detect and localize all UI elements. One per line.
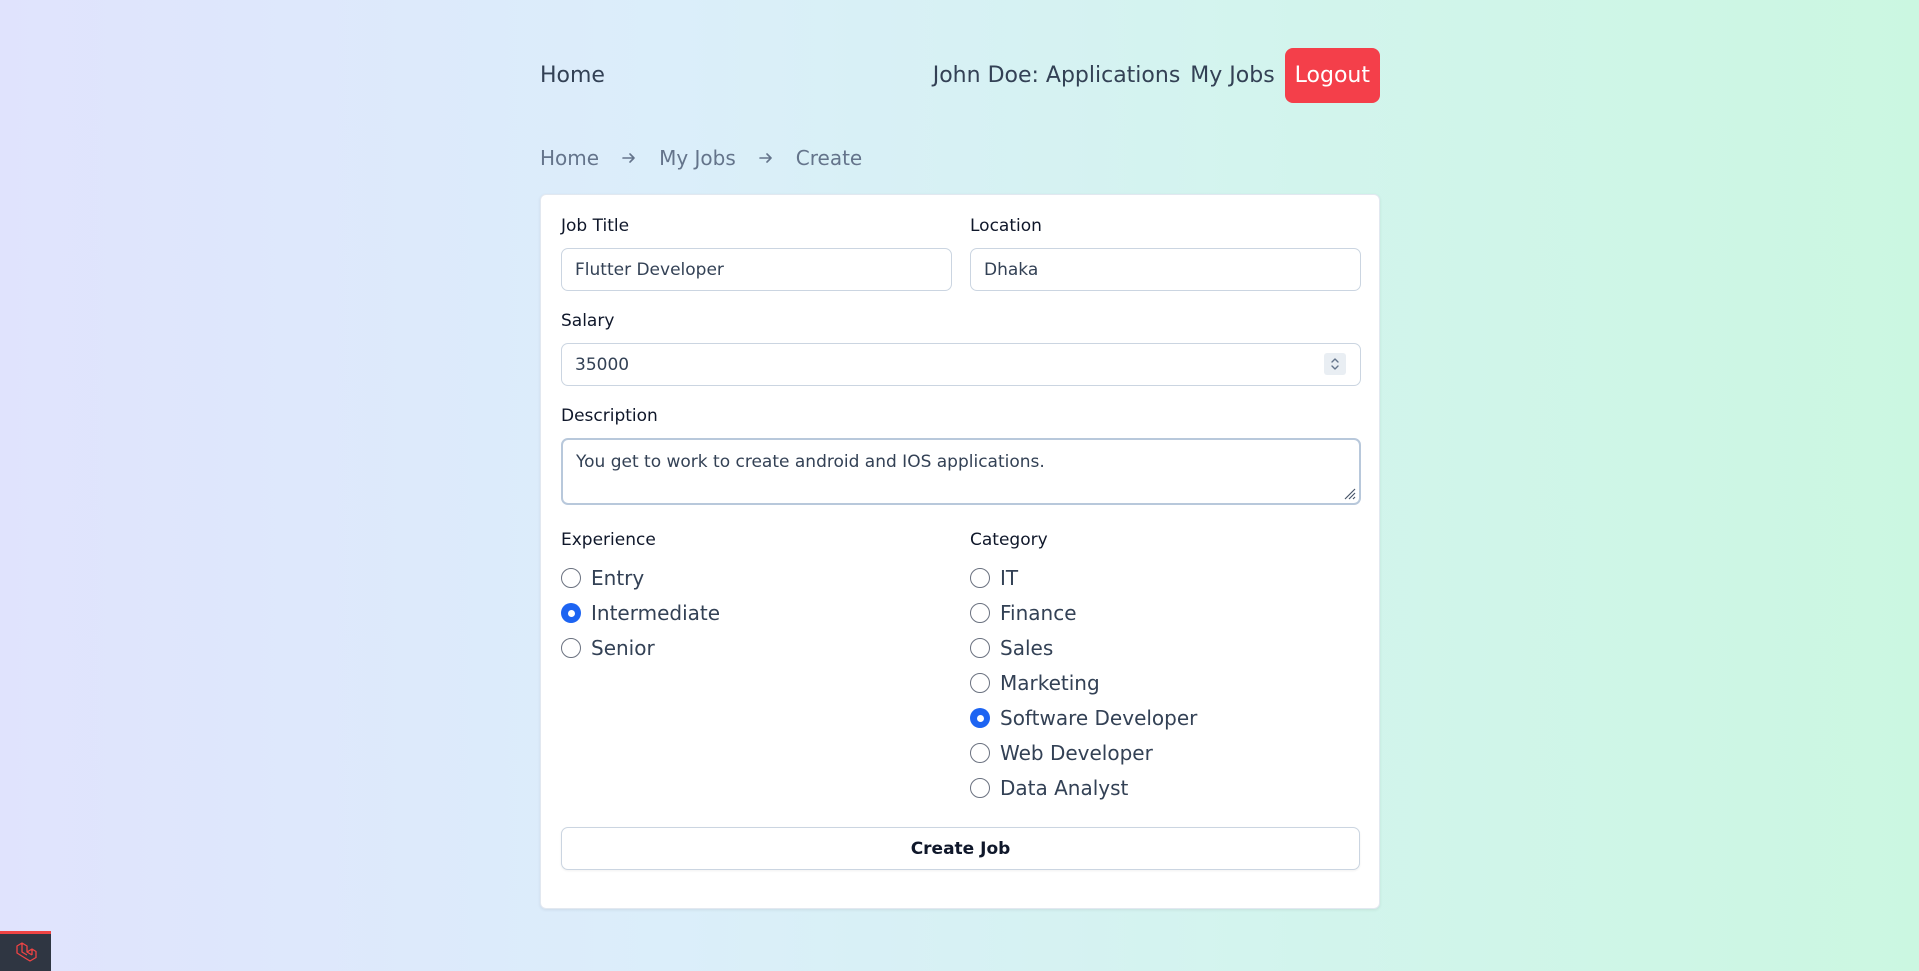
radio-circle-icon[interactable] xyxy=(561,638,581,658)
top-nav: Home John Doe: Applications My Jobs Logo… xyxy=(540,48,1380,104)
nav-my-jobs-link[interactable]: My Jobs xyxy=(1190,63,1274,88)
arrow-right-icon xyxy=(758,150,774,166)
description-label: Description xyxy=(561,406,658,426)
salary-label: Salary xyxy=(561,311,615,331)
category-option-label: IT xyxy=(1000,566,1019,590)
breadcrumb-create: Create xyxy=(795,146,863,170)
radio-circle-icon[interactable] xyxy=(561,568,581,588)
category-option-finance[interactable]: Finance xyxy=(970,601,1077,625)
radio-circle-icon[interactable] xyxy=(970,603,990,623)
radio-circle-icon[interactable] xyxy=(970,743,990,763)
salary-input[interactable] xyxy=(561,343,1361,386)
category-option-marketing[interactable]: Marketing xyxy=(970,671,1100,695)
location-input[interactable] xyxy=(970,248,1361,291)
category-option-label: Marketing xyxy=(1000,671,1100,695)
category-option-web-developer[interactable]: Web Developer xyxy=(970,741,1153,765)
breadcrumb: Home My Jobs Create xyxy=(540,146,862,170)
radio-circle-icon[interactable] xyxy=(970,778,990,798)
experience-option-intermediate[interactable]: Intermediate xyxy=(561,601,720,625)
description-textarea[interactable]: You get to work to create android and IO… xyxy=(561,438,1361,505)
category-option-label: Finance xyxy=(1000,601,1077,625)
breadcrumb-home[interactable]: Home xyxy=(540,146,599,170)
location-label: Location xyxy=(970,216,1042,236)
category-option-software-developer[interactable]: Software Developer xyxy=(970,706,1197,730)
logout-button[interactable]: Logout xyxy=(1284,48,1380,103)
experience-option-senior[interactable]: Senior xyxy=(561,636,655,660)
experience-label: Experience xyxy=(561,530,656,550)
category-option-label: Web Developer xyxy=(1000,741,1153,765)
category-option-label: Sales xyxy=(1000,636,1054,660)
experience-option-label: Entry xyxy=(591,566,645,590)
category-option-it[interactable]: IT xyxy=(970,566,1018,590)
nav-applications-link[interactable]: John Doe: Applications xyxy=(933,63,1181,88)
arrow-right-icon xyxy=(621,150,637,166)
radio-circle-icon[interactable] xyxy=(970,673,990,693)
category-label: Category xyxy=(970,530,1048,550)
experience-option-label: Intermediate xyxy=(591,601,721,625)
category-option-data-analyst[interactable]: Data Analyst xyxy=(970,776,1128,800)
job-title-label: Job Title xyxy=(561,216,630,236)
radio-circle-icon[interactable] xyxy=(970,638,990,658)
category-option-label: Software Developer xyxy=(1000,706,1198,730)
experience-option-label: Senior xyxy=(591,636,655,660)
nav-right-group: John Doe: Applications My Jobs Logout xyxy=(933,48,1380,103)
radio-checked-icon[interactable] xyxy=(970,708,990,728)
chevron-up-down-icon[interactable] xyxy=(1324,353,1346,375)
experience-option-entry[interactable]: Entry xyxy=(561,566,644,590)
category-option-label: Data Analyst xyxy=(1000,776,1129,800)
breadcrumb-my-jobs[interactable]: My Jobs xyxy=(659,146,736,170)
job-form-card: Job Title Location Salary Description Yo… xyxy=(540,194,1380,909)
category-option-sales[interactable]: Sales xyxy=(970,636,1053,660)
radio-circle-icon[interactable] xyxy=(970,568,990,588)
laravel-logo-icon[interactable] xyxy=(0,931,51,971)
nav-home-link[interactable]: Home xyxy=(540,63,605,88)
create-job-button[interactable]: Create Job xyxy=(561,827,1360,870)
job-title-input[interactable] xyxy=(561,248,952,291)
radio-checked-icon[interactable] xyxy=(561,603,581,623)
